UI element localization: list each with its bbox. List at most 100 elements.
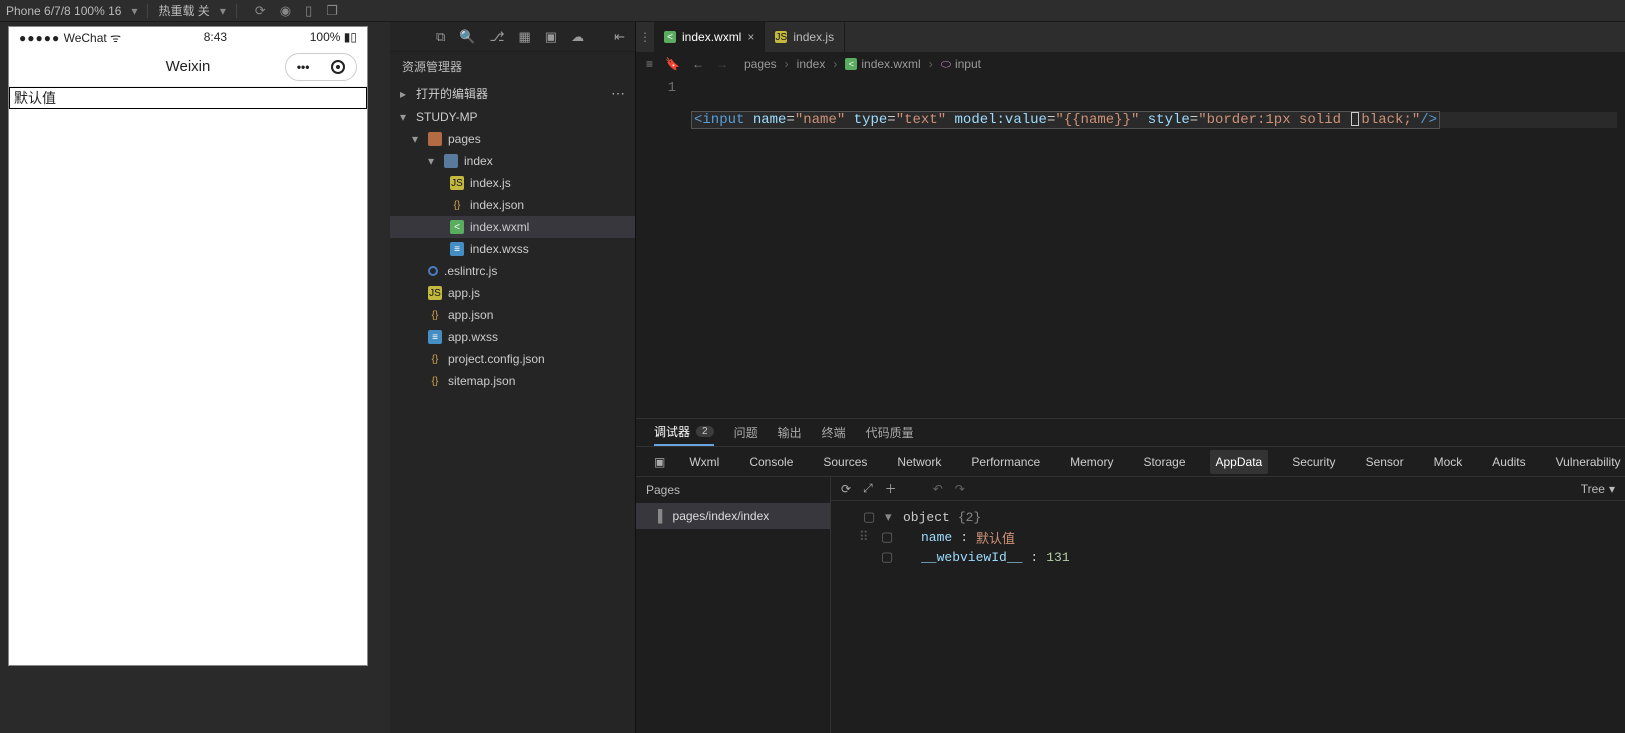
chevron-right-icon[interactable]: ▸ <box>400 87 410 101</box>
collapse-icon[interactable]: ⇤ <box>614 29 625 45</box>
json-file-icon: {} <box>428 308 442 322</box>
devtool-tab-appdata[interactable]: AppData <box>1210 450 1269 474</box>
panel-tab-problems[interactable]: 问题 <box>734 420 758 445</box>
close-tab-icon[interactable]: × <box>747 30 754 44</box>
device-selector[interactable]: Phone 6/7/8 100% 16 <box>6 4 121 18</box>
devtool-tab-wxml[interactable]: Wxml <box>683 450 725 474</box>
crumb-symbol[interactable]: ⬭ input <box>941 57 981 72</box>
devtool-tab-sources[interactable]: Sources <box>817 450 873 474</box>
top-toolbar: Phone 6/7/8 100% 16▾ 热重载 关▾ ⟳ ◉ ▯ ❐ <box>0 0 1625 22</box>
wxml-file-icon: < <box>845 58 857 70</box>
file-index-json[interactable]: {}index.json <box>390 194 635 216</box>
js-file-icon: JS <box>428 286 442 300</box>
color-swatch-icon <box>1351 112 1359 126</box>
devtool-tab-sensor[interactable]: Sensor <box>1360 450 1410 474</box>
cube-icon[interactable]: ▣ <box>545 29 557 45</box>
devtool-tab-console[interactable]: Console <box>743 450 799 474</box>
folder-index[interactable]: ▾index <box>390 150 635 172</box>
capsule-menu-icon[interactable]: ••• <box>297 60 310 74</box>
chevron-down-icon: ▾ <box>1609 482 1615 496</box>
list-icon[interactable]: ≡ <box>646 57 653 71</box>
redo-icon[interactable]: ↷ <box>955 482 965 496</box>
row-menu-icon[interactable]: ▢ <box>881 530 895 545</box>
chevron-down-icon[interactable]: ▾ <box>885 510 895 525</box>
crumb-pages[interactable]: pages <box>744 57 777 71</box>
open-editors-header[interactable]: 打开的编辑器 <box>416 85 488 102</box>
refresh-icon[interactable]: ⟳ <box>255 3 266 19</box>
cloud-icon[interactable]: ☁ <box>571 29 584 45</box>
json-file-icon: {} <box>428 352 442 366</box>
devtool-tab-mock[interactable]: Mock <box>1428 450 1469 474</box>
devtool-tab-memory[interactable]: Memory <box>1064 450 1119 474</box>
expand-icon[interactable]: ⤢ <box>863 481 873 496</box>
file-project-config[interactable]: {}project.config.json <box>390 348 635 370</box>
file-index-js[interactable]: JSindex.js <box>390 172 635 194</box>
folder-icon <box>428 132 442 146</box>
signal-dots-icon: ●●●●● <box>19 31 60 45</box>
extensions-icon[interactable]: ▦ <box>519 29 531 45</box>
file-eslintrc[interactable]: .eslintrc.js <box>390 260 635 282</box>
devtool-tab-network[interactable]: Network <box>891 450 947 474</box>
appdata-tree[interactable]: ▢ ▾ object {2} ⠿▢ name:默认值 ▢ __web <box>831 501 1625 733</box>
code-editor[interactable]: 1 <input name="name" type="text" model:v… <box>636 76 1625 418</box>
file-app-wxss[interactable]: ≡app.wxss <box>390 326 635 348</box>
carrier-label: WeChat <box>64 31 107 45</box>
wxss-file-icon: ≡ <box>428 330 442 344</box>
panel-tab-output[interactable]: 输出 <box>778 420 802 445</box>
devtool-tab-performance[interactable]: Performance <box>965 450 1046 474</box>
more-icon[interactable]: ⋯ <box>611 85 625 102</box>
status-time: 8:43 <box>204 30 227 44</box>
crumb-index[interactable]: index <box>797 57 826 71</box>
simulator-panel: ●●●●● WeChat ᯤ 8:43 100% ▮▯ Weixin ••• <box>0 22 390 733</box>
panel-tab-debugger[interactable]: 调试器2 <box>654 419 714 446</box>
add-icon[interactable]: ＋ <box>885 480 897 497</box>
tab-index-js[interactable]: JS index.js <box>765 22 845 52</box>
folder-pages[interactable]: ▾pages <box>390 128 635 150</box>
crumb-file[interactable]: <index.wxml <box>845 57 920 71</box>
refresh-icon[interactable]: ⟳ <box>841 482 851 496</box>
file-index-wxml[interactable]: <index.wxml <box>390 216 635 238</box>
view-mode-selector[interactable]: Tree ▾ <box>1581 482 1615 496</box>
chevron-down-icon[interactable]: ▾ <box>400 110 410 124</box>
row-menu-icon[interactable]: ▢ <box>863 510 877 525</box>
search-icon[interactable]: 🔍 <box>459 29 475 45</box>
file-index-wxss[interactable]: ≡index.wxss <box>390 238 635 260</box>
tab-menu-icon[interactable]: ⋮ <box>636 22 654 52</box>
sim-input-field[interactable] <box>9 87 367 109</box>
wxml-file-icon: < <box>450 220 464 234</box>
record-icon[interactable]: ◉ <box>280 3 291 19</box>
hot-reload-toggle[interactable]: 热重载 关 <box>158 2 209 19</box>
folder-icon <box>444 154 458 168</box>
devtool-tab-security[interactable]: Security <box>1286 450 1341 474</box>
explorer-title: 资源管理器 <box>390 52 635 81</box>
inspect-icon[interactable]: ▣ <box>654 455 665 469</box>
windows-icon[interactable]: ❐ <box>326 3 338 19</box>
capsule-close-icon[interactable] <box>331 60 345 74</box>
project-header[interactable]: STUDY-MP <box>416 110 478 124</box>
line-number: 1 <box>636 80 676 96</box>
row-menu-icon[interactable]: ▢ <box>881 550 895 565</box>
nav-back-icon[interactable]: ← <box>692 57 704 71</box>
device-icon[interactable]: ▯ <box>305 3 312 19</box>
tab-index-wxml[interactable]: < index.wxml × <box>654 22 765 52</box>
capsule-button[interactable]: ••• <box>285 53 357 81</box>
undo-icon[interactable]: ↶ <box>933 482 943 496</box>
drag-handle-icon[interactable]: ⠿ <box>859 530 873 545</box>
wxss-file-icon: ≡ <box>450 242 464 256</box>
battery-icon: ▮▯ <box>344 30 357 44</box>
copy-icon[interactable]: ⧉ <box>436 29 445 45</box>
panel-tab-quality[interactable]: 代码质量 <box>866 420 914 445</box>
bookmark-icon[interactable]: 🔖 <box>665 57 680 71</box>
nav-forward-icon[interactable]: → <box>716 57 728 71</box>
devtool-tab-audits[interactable]: Audits <box>1486 450 1531 474</box>
breadcrumb: ≡ 🔖 ← → pages› index› <index.wxml› ⬭ inp… <box>636 52 1625 76</box>
devtool-tab-vulnerability[interactable]: Vulnerability <box>1550 450 1625 474</box>
branch-icon[interactable]: ⎇ <box>490 29 505 45</box>
file-app-js[interactable]: JSapp.js <box>390 282 635 304</box>
file-sitemap[interactable]: {}sitemap.json <box>390 370 635 392</box>
devtool-tab-storage[interactable]: Storage <box>1137 450 1191 474</box>
bottom-panel: 调试器2 问题 输出 终端 代码质量 ▣ Wxml Console Source… <box>636 418 1625 733</box>
file-app-json[interactable]: {}app.json <box>390 304 635 326</box>
panel-tab-terminal[interactable]: 终端 <box>822 420 846 445</box>
page-item[interactable]: ▌pages/index/index <box>636 503 830 529</box>
